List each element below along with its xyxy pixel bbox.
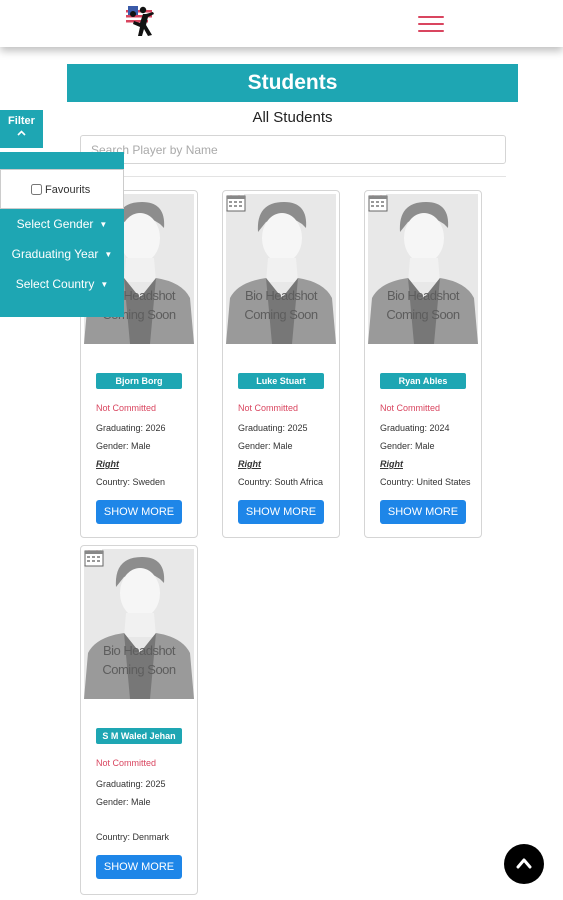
select-country-dropdown[interactable]: Select Country ▼ (0, 273, 124, 295)
caret-down-icon: ▼ (100, 280, 109, 289)
favourites-label: Favourits (45, 184, 91, 196)
graduating-year-dropdown[interactable]: Graduating Year ▼ (0, 243, 124, 265)
gender: Gender: Male (238, 441, 293, 451)
chevron-up-icon (0, 128, 43, 138)
student-name: S M Waled Jehan (96, 728, 182, 744)
country: Country: Sweden (96, 477, 166, 487)
favourites-checkbox[interactable] (31, 184, 42, 195)
gender: Gender: Male (380, 441, 435, 451)
hamburger-icon[interactable] (418, 12, 446, 34)
show-more-button[interactable]: SHOW MORE (96, 500, 182, 524)
handedness: Right (238, 459, 261, 469)
headshot-caption: Bio Headshot (244, 288, 318, 303)
filter-toggle-button[interactable]: Filter (0, 110, 43, 148)
scroll-to-top-button[interactable] (504, 844, 544, 884)
select-gender-dropdown[interactable]: Select Gender ▼ (0, 213, 124, 235)
commitment-status: Not Committed (380, 403, 441, 413)
page-title: Students (67, 64, 518, 102)
student-name: Luke Stuart (238, 373, 324, 389)
country: Country: Denmark (96, 832, 170, 842)
chevron-up-icon (516, 858, 532, 869)
commitment-status: Not Committed (238, 403, 299, 413)
handedness: Right (96, 459, 119, 469)
select-gender-label: Select Gender (16, 217, 94, 231)
gender: Gender: Male (96, 441, 151, 451)
favourites-filter[interactable]: Favourits (0, 169, 124, 209)
page-subtitle: All Students (252, 109, 333, 126)
student-card: Bio Headshot Coming Soon S M Waled Jehan… (80, 545, 198, 895)
top-navbar (0, 0, 563, 47)
headshot-caption: Coming Soon (386, 307, 460, 322)
caret-down-icon: ▼ (104, 250, 113, 259)
student-name: Ryan Ables (380, 373, 466, 389)
headshot-caption: Coming Soon (244, 307, 318, 322)
headshot-caption: Bio Headshot (102, 643, 176, 658)
country: Country: United States (380, 477, 471, 487)
select-country-label: Select Country (15, 277, 95, 291)
show-more-button[interactable]: SHOW MORE (238, 500, 324, 524)
student-name: Bjorn Borg (96, 373, 182, 389)
search-input[interactable] (80, 135, 506, 164)
graduating-year-label: Graduating Year (11, 247, 99, 261)
show-more-button[interactable]: SHOW MORE (96, 855, 182, 879)
player-silhouette-logo[interactable] (122, 2, 162, 42)
filter-label: Filter (8, 115, 35, 127)
calendar-icon[interactable] (84, 549, 104, 567)
graduating-year: Graduating: 2026 (96, 423, 166, 433)
gender: Gender: Male (96, 797, 151, 807)
filter-menu: Select Gender ▼ Graduating Year ▼ Select C… (0, 209, 124, 317)
headshot-placeholder: Bio Headshot Coming Soon (84, 549, 194, 699)
headshot-placeholder: Bio Headshot Coming Soon (226, 194, 336, 344)
headshot-placeholder: Bio Headshot Coming Soon (368, 194, 478, 344)
commitment-status: Not Committed (96, 403, 157, 413)
graduating-year: Graduating: 2025 (238, 423, 308, 433)
graduating-year: Graduating: 2025 (96, 779, 166, 789)
caret-down-icon: ▼ (99, 220, 108, 229)
commitment-status: Not Committed (96, 758, 157, 768)
filter-panel-header (0, 152, 124, 169)
headshot-caption: Coming Soon (102, 662, 176, 677)
show-more-button[interactable]: SHOW MORE (380, 500, 466, 524)
student-card: Bio Headshot Coming Soon Ryan Ables Not … (364, 190, 482, 538)
student-card: Bio Headshot Coming Soon Luke Stuart Not… (222, 190, 340, 538)
handedness: Right (380, 459, 403, 469)
headshot-caption: Bio Headshot (386, 288, 460, 303)
calendar-icon[interactable] (226, 194, 246, 212)
country: Country: South Africa (238, 477, 324, 487)
graduating-year: Graduating: 2024 (380, 423, 450, 433)
divider (80, 176, 506, 177)
calendar-icon[interactable] (368, 194, 388, 212)
